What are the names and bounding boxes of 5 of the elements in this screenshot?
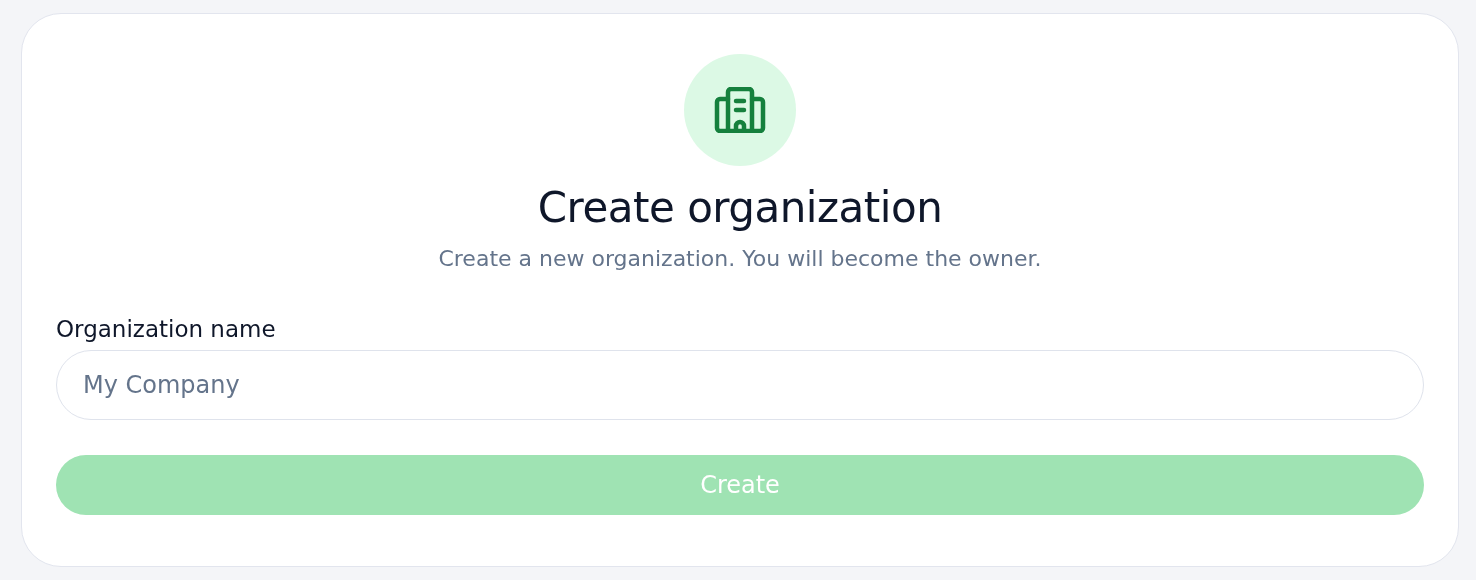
organization-name-field[interactable]: My Company <box>56 350 1424 420</box>
dialog-subtitle: Create a new organization. You will become the owner. <box>438 245 1042 273</box>
field-label: Organization name <box>56 315 276 344</box>
dialog-title: Create organization <box>537 182 943 234</box>
building-icon <box>714 87 766 133</box>
